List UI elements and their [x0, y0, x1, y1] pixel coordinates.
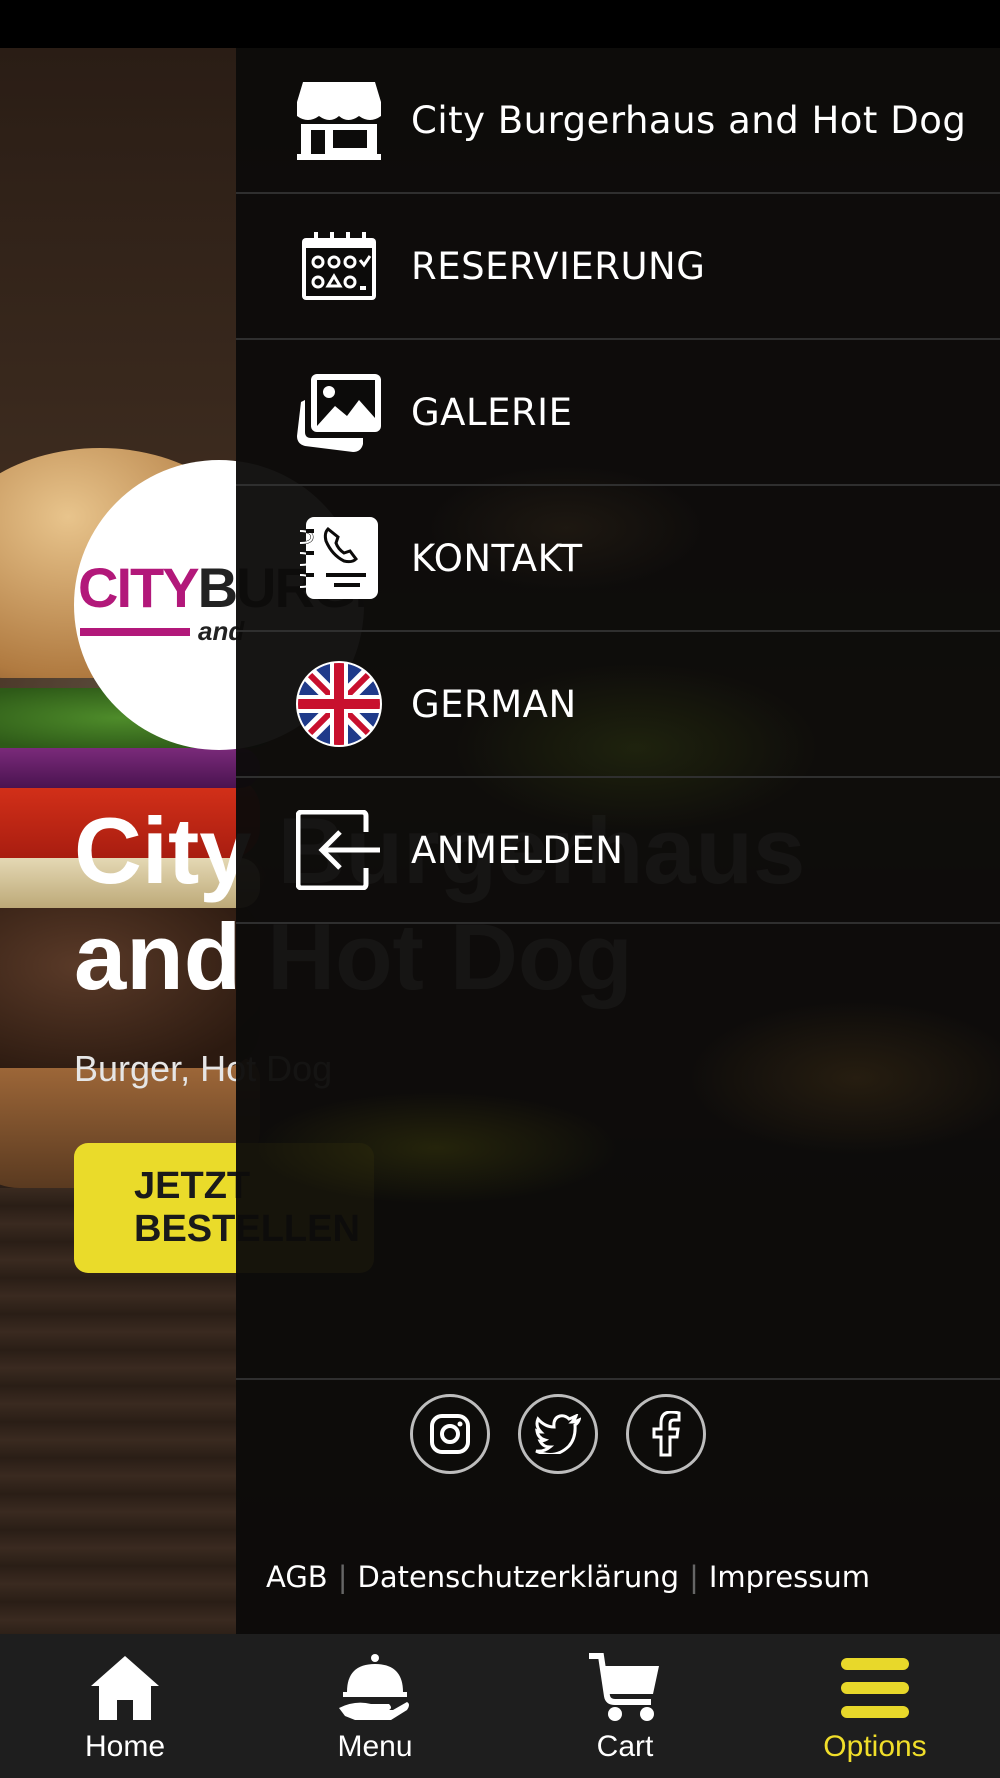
- drawer-label-galerie: GALERIE: [411, 390, 573, 434]
- status-bar: [0, 0, 1000, 48]
- privacy-link[interactable]: Datenschutzerklärung: [357, 1560, 679, 1594]
- logo-text-city: CITY: [78, 556, 200, 619]
- drawer-label-restaurant: City Burgerhaus and Hot Dog: [411, 98, 967, 142]
- nav-menu[interactable]: Menu: [250, 1634, 500, 1778]
- burger-onion: [0, 748, 260, 788]
- drawer-item-reservierung[interactable]: RESERVIERUNG: [236, 194, 1000, 340]
- bottom-navigation: Home Menu Cart Options: [0, 1634, 1000, 1778]
- social-links: [236, 1378, 1000, 1474]
- drawer-item-restaurant[interactable]: City Burgerhaus and Hot Dog: [236, 48, 1000, 194]
- nav-label-cart: Cart: [596, 1730, 654, 1763]
- nav-label-options: Options: [823, 1730, 927, 1763]
- gallery-icon: [294, 367, 384, 457]
- cart-icon: [585, 1652, 665, 1724]
- drawer-label-anmelden: ANMELDEN: [411, 828, 624, 872]
- home-icon: [85, 1652, 165, 1724]
- drawer-item-language[interactable]: GERMAN: [236, 632, 1000, 778]
- cloche-icon: [335, 1652, 415, 1724]
- drawer-item-kontakt[interactable]: KONTAKT: [236, 486, 1000, 632]
- imprint-link[interactable]: Impressum: [709, 1560, 870, 1594]
- drawer-label-language: GERMAN: [411, 682, 577, 726]
- logo-bar: [80, 628, 190, 636]
- menu-bars-icon: [835, 1652, 915, 1724]
- uk-flag-icon: [294, 659, 384, 749]
- nav-options[interactable]: Options: [750, 1634, 1000, 1778]
- facebook-icon[interactable]: [626, 1394, 706, 1474]
- nav-cart[interactable]: Cart: [500, 1634, 750, 1778]
- drawer-item-anmelden[interactable]: ANMELDEN: [236, 778, 1000, 924]
- agb-link[interactable]: AGB: [266, 1560, 328, 1594]
- footer-separator: |: [689, 1560, 699, 1594]
- twitter-icon[interactable]: [518, 1394, 598, 1474]
- footer-links: AGB | Datenschutzerklärung | Impressum: [266, 1560, 870, 1594]
- login-icon: [294, 805, 384, 895]
- drawer-label-reservierung: RESERVIERUNG: [411, 244, 706, 288]
- side-drawer: City Burgerhaus and Hot Dog RESERVIERUNG…: [236, 48, 1000, 1634]
- instagram-icon[interactable]: [410, 1394, 490, 1474]
- nav-label-home: Home: [84, 1730, 166, 1763]
- nav-home[interactable]: Home: [0, 1634, 250, 1778]
- contact-book-icon: [294, 513, 384, 603]
- drawer-label-kontakt: KONTAKT: [411, 536, 583, 580]
- store-icon: [294, 75, 384, 165]
- drawer-item-galerie[interactable]: GALERIE: [236, 340, 1000, 486]
- nav-label-menu: Menu: [337, 1730, 413, 1763]
- calendar-icon: [294, 221, 384, 311]
- footer-separator: |: [337, 1560, 348, 1594]
